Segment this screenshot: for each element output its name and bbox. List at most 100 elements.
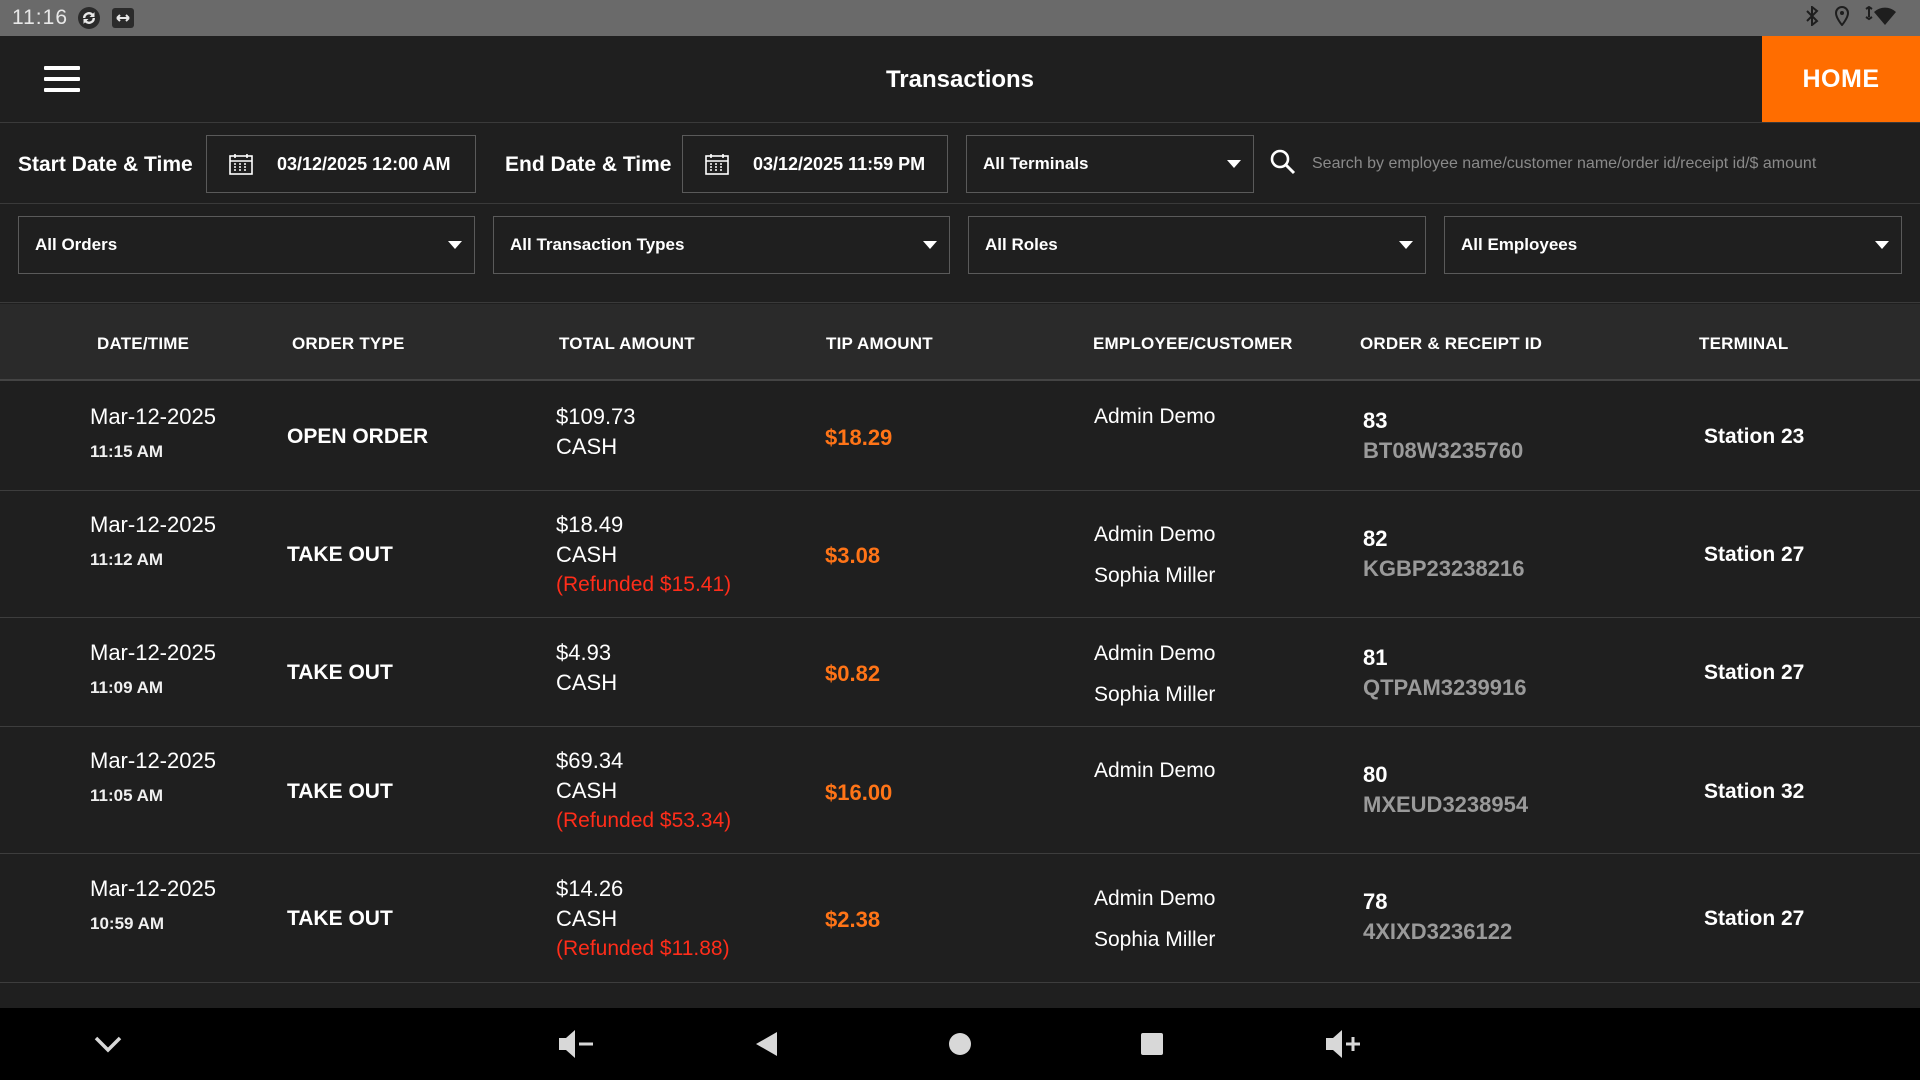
- row-employee: Admin Demo: [1094, 405, 1216, 428]
- chevron-down-icon: [1875, 241, 1889, 249]
- end-date-picker[interactable]: 03/12/2025 11:59 PM: [682, 135, 948, 193]
- terminal-dropdown[interactable]: All Terminals: [966, 135, 1254, 193]
- calendar-icon: [229, 153, 253, 175]
- end-date-label: End Date & Time: [505, 153, 672, 176]
- row-order-type: TAKE OUT: [287, 661, 393, 684]
- row-time: 11:15 AM: [90, 442, 164, 461]
- row-time: 11:12 AM: [90, 550, 164, 569]
- row-time: 11:09 AM: [90, 678, 164, 697]
- start-date-label: Start Date & Time: [18, 153, 193, 176]
- row-time: 10:59 AM: [90, 914, 165, 933]
- column-header-order-type[interactable]: ORDER TYPE: [292, 304, 405, 381]
- chevron-down-icon: [448, 241, 462, 249]
- row-terminal: Station 27: [1704, 661, 1805, 684]
- row-customer: Sophia Miller: [1094, 564, 1216, 587]
- column-header-employee-customer[interactable]: EMPLOYEE/CUSTOMER: [1093, 304, 1293, 381]
- row-refund: (Refunded $15.41): [556, 573, 732, 596]
- row-order-type: OPEN ORDER: [287, 425, 429, 448]
- app-bar: Transactions HOME: [0, 36, 1920, 123]
- row-date: Mar-12-2025: [90, 512, 216, 537]
- row-terminal: Station 32: [1704, 780, 1805, 803]
- row-tip: $16.00: [825, 780, 893, 805]
- row-amount: $14.26: [556, 876, 624, 901]
- calendar-icon: [705, 153, 729, 175]
- row-amount: $4.93: [556, 640, 612, 665]
- row-order-type: TAKE OUT: [287, 780, 393, 803]
- recents-icon[interactable]: [1132, 1026, 1172, 1062]
- row-tip: $3.08: [825, 543, 881, 568]
- search-bar: [1270, 124, 1920, 204]
- column-header-datetime[interactable]: DATE/TIME: [97, 304, 189, 381]
- date-filter-row: Start Date & Time 03/12/2025 12:00 AM En…: [0, 124, 1920, 204]
- row-order-id: 78: [1363, 889, 1388, 914]
- back-icon[interactable]: [746, 1026, 786, 1062]
- row-amount: $18.49: [556, 512, 624, 537]
- location-icon: [1834, 5, 1850, 31]
- home-icon[interactable]: [940, 1026, 980, 1062]
- search-input[interactable]: [1312, 155, 1872, 173]
- page-title: Transactions: [885, 66, 1035, 93]
- row-employee: Admin Demo: [1094, 642, 1216, 665]
- roles-dropdown[interactable]: All Roles: [968, 216, 1426, 274]
- bluetooth-icon: [1804, 4, 1820, 31]
- table-row[interactable]: Mar-12-2025 10:59 AM TAKE OUT $14.26 CAS…: [0, 855, 1920, 983]
- wifi-icon: [1864, 5, 1898, 31]
- system-nav-bar: [0, 1008, 1920, 1080]
- type-filter-row: All Orders All Transaction Types All Rol…: [0, 205, 1920, 303]
- row-payment-method: CASH: [556, 906, 618, 931]
- volume-up-icon[interactable]: [1324, 1026, 1364, 1062]
- transaction-types-dropdown-label: All Transaction Types: [510, 235, 685, 254]
- row-receipt-id: KGBP23238216: [1363, 556, 1525, 581]
- home-button[interactable]: HOME: [1762, 36, 1920, 122]
- employees-dropdown[interactable]: All Employees: [1444, 216, 1902, 274]
- row-payment-method: CASH: [556, 778, 618, 803]
- employees-dropdown-label: All Employees: [1461, 235, 1578, 254]
- column-header-order-receipt-id[interactable]: ORDER & RECEIPT ID: [1360, 304, 1542, 381]
- row-terminal: Station 27: [1704, 907, 1805, 930]
- row-amount: $69.34: [556, 748, 624, 773]
- row-date: Mar-12-2025: [90, 404, 216, 429]
- collapse-icon[interactable]: [88, 1026, 128, 1062]
- search-icon[interactable]: [1270, 149, 1296, 180]
- table-row[interactable]: Mar-12-2025 11:09 AM TAKE OUT $4.93 CASH…: [0, 619, 1920, 727]
- row-employee: Admin Demo: [1094, 887, 1216, 910]
- row-customer: Sophia Miller: [1094, 683, 1216, 706]
- row-payment-method: CASH: [556, 670, 618, 695]
- table-row[interactable]: Mar-12-2025 11:15 AM OPEN ORDER $109.73 …: [0, 382, 1920, 491]
- row-refund: (Refunded $53.34): [556, 809, 732, 832]
- row-terminal: Station 27: [1704, 543, 1805, 566]
- row-date: Mar-12-2025: [90, 748, 216, 773]
- row-date: Mar-12-2025: [90, 876, 216, 901]
- column-header-terminal[interactable]: TERMINAL: [1699, 304, 1788, 381]
- volume-down-icon[interactable]: [556, 1026, 596, 1062]
- status-bar: 11:16: [0, 0, 1920, 36]
- status-time: 11:16: [12, 6, 68, 29]
- orders-dropdown-label: All Orders: [35, 235, 118, 254]
- row-date: Mar-12-2025: [90, 640, 216, 665]
- table-header: DATE/TIME ORDER TYPE TOTAL AMOUNT TIP AM…: [0, 304, 1920, 381]
- row-employee: Admin Demo: [1094, 759, 1216, 782]
- row-receipt-id: BT08W3235760: [1363, 438, 1524, 463]
- row-payment-method: CASH: [556, 434, 618, 459]
- chevron-down-icon: [1227, 160, 1241, 168]
- column-header-tip-amount[interactable]: TIP AMOUNT: [826, 304, 933, 381]
- row-refund: (Refunded $11.88): [556, 937, 730, 960]
- start-date-picker[interactable]: 03/12/2025 12:00 AM: [206, 135, 476, 193]
- row-amount: $109.73: [556, 404, 636, 429]
- row-tip: $2.38: [825, 907, 881, 932]
- row-order-id: 82: [1363, 526, 1388, 551]
- table-row[interactable]: Mar-12-2025 11:12 AM TAKE OUT $18.49 CAS…: [0, 492, 1920, 618]
- chevron-down-icon: [923, 241, 937, 249]
- column-header-total-amount[interactable]: TOTAL AMOUNT: [559, 304, 695, 381]
- row-employee: Admin Demo: [1094, 523, 1216, 546]
- row-order-type: TAKE OUT: [287, 907, 393, 930]
- start-date-value: 03/12/2025 12:00 AM: [277, 153, 451, 174]
- terminal-dropdown-label: All Terminals: [983, 154, 1089, 173]
- row-tip: $18.29: [825, 425, 893, 450]
- table-row[interactable]: Mar-12-2025 11:05 AM TAKE OUT $69.34 CAS…: [0, 728, 1920, 854]
- row-receipt-id: QTPAM3239916: [1363, 675, 1527, 700]
- orders-dropdown[interactable]: All Orders: [18, 216, 475, 274]
- transaction-types-dropdown[interactable]: All Transaction Types: [493, 216, 950, 274]
- row-customer: Sophia Miller: [1094, 928, 1216, 951]
- row-receipt-id: 4XIXD3236122: [1363, 919, 1513, 944]
